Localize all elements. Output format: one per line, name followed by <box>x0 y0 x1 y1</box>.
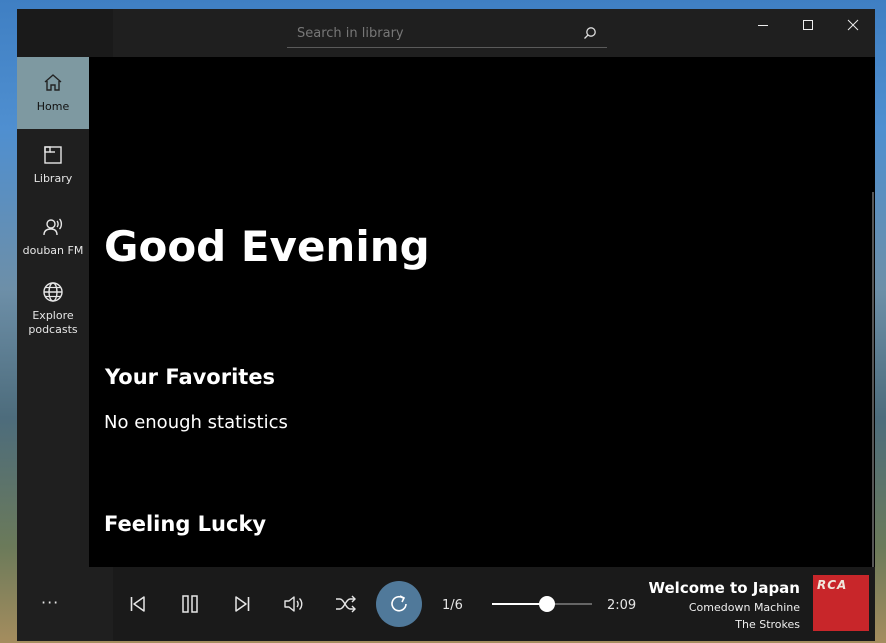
home-icon <box>44 74 62 91</box>
favorites-heading: Your Favorites <box>105 365 276 389</box>
sidebar-item-home[interactable]: Home <box>17 57 89 129</box>
volume-slider[interactable] <box>492 596 592 612</box>
sidebar: Home Library douban FM Explore podcasts <box>17 57 89 567</box>
main-content: Good Evening Your Favorites No enough st… <box>89 57 875 567</box>
radio-person-icon <box>43 218 63 236</box>
feeling-lucky-heading: Feeling Lucky <box>104 512 267 536</box>
close-button[interactable] <box>830 9 875 41</box>
pause-button[interactable] <box>175 589 205 619</box>
player-bar: ··· 1/6 2:09 Welcome to Japan Comedown M… <box>17 567 875 641</box>
maximize-icon <box>803 20 813 30</box>
volume-button[interactable] <box>279 589 309 619</box>
shuffle-icon <box>336 595 356 613</box>
shuffle-button[interactable] <box>331 589 361 619</box>
title-bar <box>17 9 875 57</box>
search-box[interactable] <box>287 18 607 48</box>
player-bar-left: ··· <box>17 567 113 641</box>
page-title: Good Evening <box>104 222 430 271</box>
minimize-icon <box>758 25 768 26</box>
search-icon[interactable] <box>583 26 597 40</box>
speaker-icon <box>284 596 303 612</box>
now-playing-album[interactable]: Comedown Machine <box>689 601 800 614</box>
previous-button[interactable] <box>123 589 153 619</box>
sidebar-item-label: douban FM <box>22 244 84 257</box>
minimize-button[interactable] <box>740 9 786 41</box>
sidebar-item-library[interactable]: Library <box>17 129 89 201</box>
sidebar-item-label: Home <box>36 100 70 113</box>
sidebar-item-label: Library <box>33 172 73 185</box>
scrollbar[interactable] <box>872 192 874 567</box>
queue-position: 1/6 <box>442 598 463 613</box>
pause-icon <box>182 595 198 613</box>
title-bar-left <box>17 9 113 57</box>
sidebar-item-explore-podcasts[interactable]: Explore podcasts <box>17 273 89 345</box>
album-cover[interactable]: RCA <box>813 575 869 631</box>
more-button[interactable]: ··· <box>41 593 59 612</box>
search-input[interactable] <box>295 22 569 44</box>
skip-previous-icon <box>130 596 145 612</box>
album-cover-logo: RCA <box>817 578 848 592</box>
globe-icon <box>43 282 63 302</box>
repeat-button[interactable] <box>376 581 422 627</box>
app-window: Home Library douban FM <box>17 9 875 641</box>
skip-next-icon <box>235 596 250 612</box>
favorites-empty-text: No enough statistics <box>104 412 288 433</box>
now-playing-title[interactable]: Welcome to Japan <box>649 579 801 597</box>
sidebar-item-douban-fm[interactable]: douban FM <box>17 201 89 273</box>
sidebar-item-label: Explore podcasts <box>28 309 78 336</box>
playback-time: 2:09 <box>607 598 637 613</box>
now-playing-artist[interactable]: The Strokes <box>735 618 800 631</box>
library-icon <box>44 146 62 164</box>
next-button[interactable] <box>227 589 257 619</box>
maximize-button[interactable] <box>785 9 831 41</box>
close-icon <box>847 19 859 31</box>
repeat-icon <box>391 595 407 612</box>
volume-slider-thumb[interactable] <box>539 596 555 612</box>
